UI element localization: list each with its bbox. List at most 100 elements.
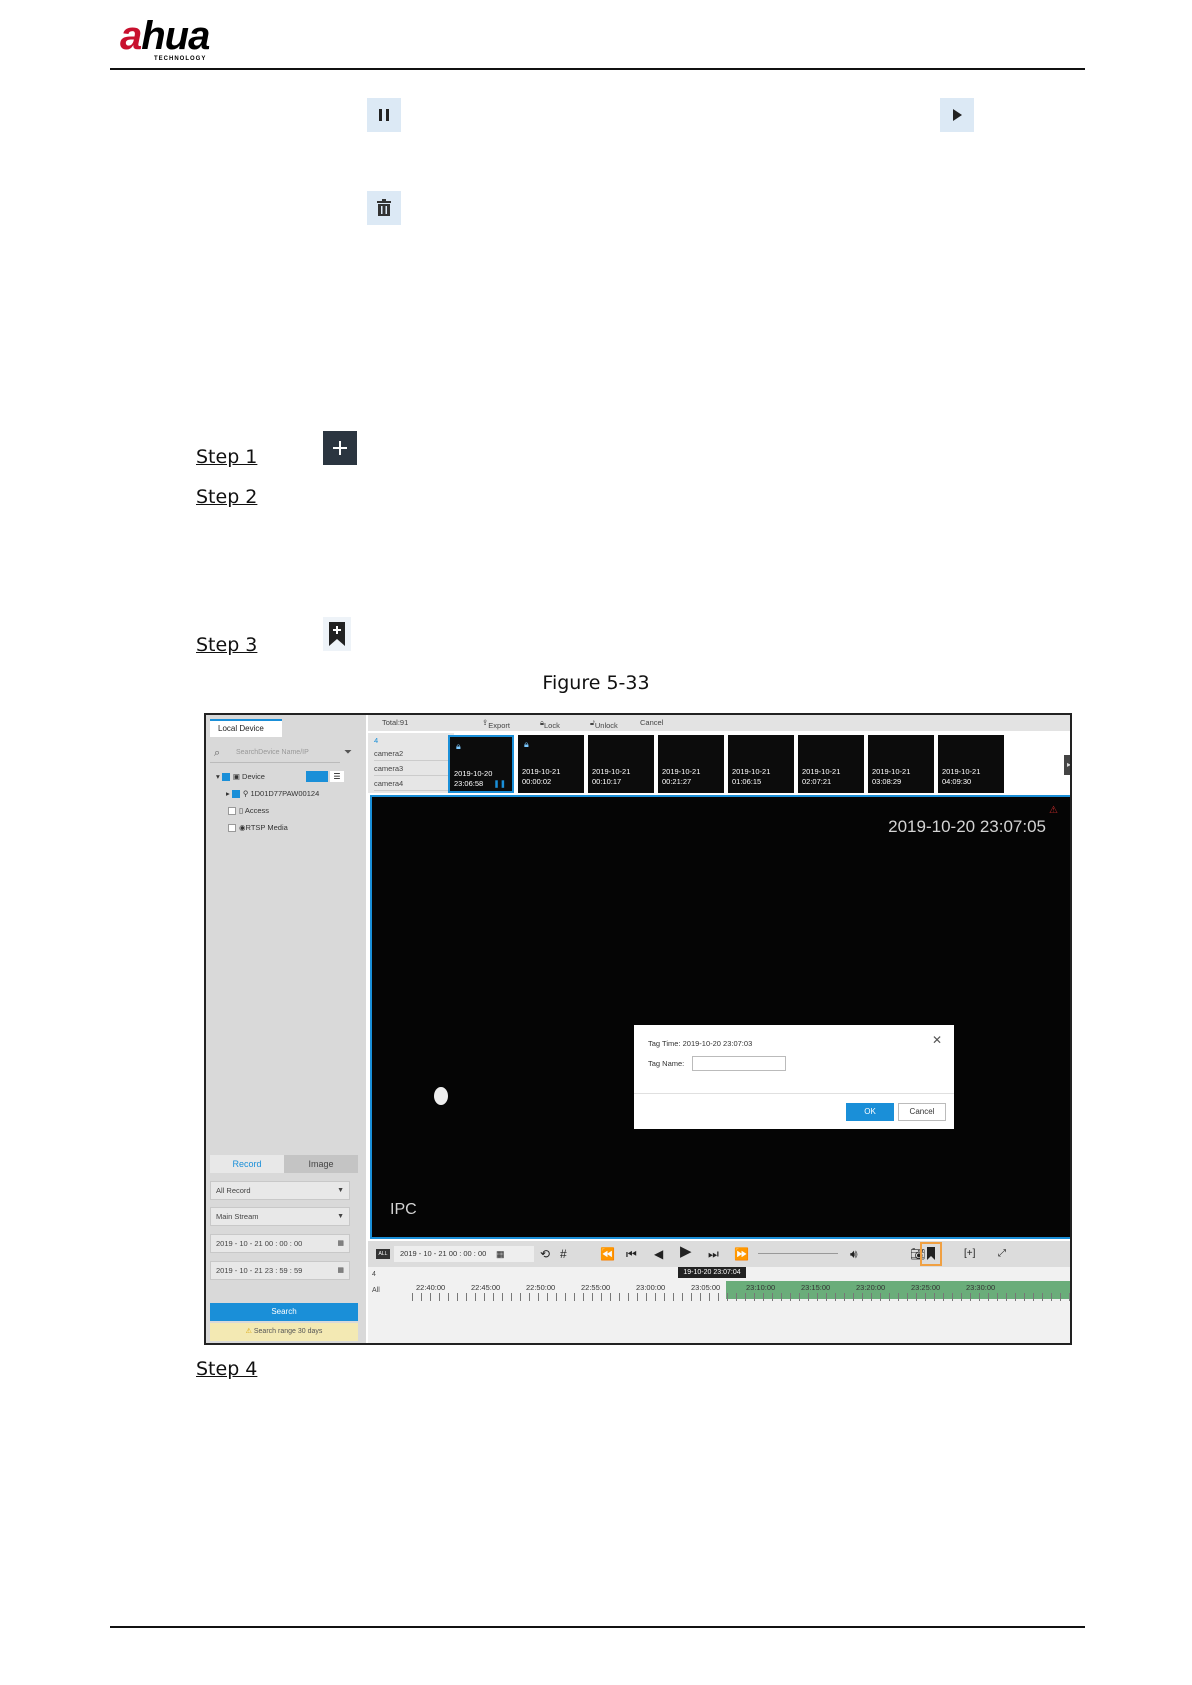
lock-icon: 🔒︎ <box>524 739 529 749</box>
camera-list: 4 camera2 camera3 camera4 <box>368 733 454 793</box>
tree-device-node[interactable]: ▸ ⚲ 1D01D77PAW00124 <box>226 789 319 799</box>
camera-icon: ⚲ <box>242 789 249 798</box>
video-channel-label: IPC <box>390 1201 417 1218</box>
playback-date-field[interactable]: 2019 - 10 - 21 00 : 00 : 00 <box>394 1246 534 1262</box>
tick-label: 22:50:00 <box>526 1283 556 1292</box>
cancel-button[interactable]: Cancel <box>640 718 663 727</box>
total-count: Total:91 <box>382 718 409 727</box>
step-4-label: Step 4 <box>196 1358 258 1380</box>
step-1-label: Step 1 <box>196 446 258 468</box>
clip-icon[interactable]: # <box>560 1246 567 1262</box>
speed-slider[interactable] <box>758 1253 838 1254</box>
fullscreen-icon[interactable]: ⤢ <box>998 1246 1006 1262</box>
footer-rule <box>110 1626 1085 1628</box>
ok-button[interactable]: OK <box>846 1103 894 1121</box>
list-item[interactable]: camera3 <box>374 761 452 776</box>
tag-dialog: ✕ Tag Time: 2019-10-20 23:07:03 Tag Name… <box>634 1025 954 1129</box>
calendar-icon[interactable]: ▦ <box>496 1246 505 1262</box>
cancel-button[interactable]: Cancel <box>898 1103 946 1121</box>
calendar-icon[interactable]: ▦ <box>337 1262 344 1279</box>
tag-name-label: Tag Name: <box>648 1059 685 1068</box>
record-thumbnail[interactable]: 2019-10-21 00:10:17 <box>588 735 654 793</box>
record-thumbnail[interactable]: 2019-10-21 00:21:27 <box>658 735 724 793</box>
tick-label: 23:15:00 <box>801 1283 831 1292</box>
next-frame-icon[interactable]: ⏭ <box>708 1246 719 1262</box>
rewind-icon[interactable]: ⏪ <box>600 1246 615 1262</box>
record-toolbar: Total:91 ⇪ Export 🔒︎ Lock 🔓︎ Unlock Canc… <box>368 715 1070 731</box>
fast-forward-icon[interactable]: ⏩ <box>734 1246 749 1262</box>
left-panel: Local Device ⌕ SearchDevice Name/IP ⏷ ▾ … <box>206 715 366 1343</box>
timeline-cursor-time: 19-10-20 23:07:04 <box>678 1267 746 1278</box>
door-icon: ▯ <box>239 806 244 815</box>
play-icon[interactable]: ▶ <box>680 1244 692 1260</box>
sync-icon[interactable]: ⟲ <box>540 1246 550 1262</box>
tick-label: 23:10:00 <box>746 1283 776 1292</box>
stream-select[interactable]: Main Stream ▼ <box>210 1207 350 1226</box>
all-tag[interactable]: ALL <box>376 1249 390 1259</box>
trash-icon <box>367 191 401 225</box>
end-time-field[interactable]: 2019 - 10 - 21 23 : 59 : 59 ▦ <box>210 1261 350 1280</box>
search-range-notice: ⚠ Search range 30 days <box>210 1323 358 1341</box>
search-button[interactable]: Search <box>210 1303 358 1321</box>
list-item[interactable]: camera4 <box>374 776 452 791</box>
start-time-field[interactable]: 2019 - 10 - 21 00 : 00 : 00 ▦ <box>210 1234 350 1253</box>
figure-caption: Figure 5-33 <box>542 672 650 694</box>
timeline-channel: 4 <box>372 1271 376 1278</box>
tick-label: 22:55:00 <box>581 1283 611 1292</box>
warning-icon: ⚠ <box>1049 805 1058 816</box>
smart-search-icon[interactable]: [+] <box>964 1246 975 1262</box>
chevron-right-icon[interactable]: ▸ <box>1064 755 1070 775</box>
tab-local-device[interactable]: Local Device <box>210 719 282 737</box>
step-3-label: Step 3 <box>196 634 258 656</box>
filter-icon[interactable]: ⏷ <box>344 747 352 758</box>
lock-icon: 🔒︎ <box>456 741 461 751</box>
volume-icon[interactable]: 🔊︎ <box>850 1246 858 1262</box>
record-thumbnail[interactable]: 🔒︎ 2019-10-21 00:00:02 <box>518 735 584 793</box>
record-thumbnail[interactable]: 2019-10-21 02:07:21 <box>798 735 864 793</box>
step-back-icon[interactable]: ◀ <box>654 1246 663 1262</box>
tag-button-highlight[interactable] <box>920 1242 942 1266</box>
tree-access[interactable]: ▯ Access <box>228 806 269 816</box>
unlock-button[interactable]: 🔓︎ Unlock <box>590 718 618 730</box>
tick-label: 22:40:00 <box>416 1283 446 1292</box>
tick-label: 23:05:00 <box>691 1283 721 1292</box>
tick-label: 23:20:00 <box>856 1283 886 1292</box>
record-thumbnail[interactable]: 2019-10-21 03:08:29 <box>868 735 934 793</box>
prev-frame-icon[interactable]: ⏮ <box>626 1246 637 1262</box>
record-image-tabs: Record Image <box>210 1155 358 1173</box>
tab-image[interactable]: Image <box>284 1155 358 1173</box>
bookmark-icon <box>323 617 351 651</box>
playback-control-bar: ALL 2019 - 10 - 21 00 : 00 : 00 ▦ ⟲ # ⏪ … <box>368 1241 1070 1267</box>
play-icon <box>940 98 974 132</box>
tick-label: 23:25:00 <box>911 1283 941 1292</box>
close-icon[interactable]: ✕ <box>932 1033 942 1047</box>
tag-name-input[interactable] <box>692 1056 786 1071</box>
tag-time-label: Tag Time: 2019-10-20 23:07:03 <box>648 1039 753 1048</box>
export-button[interactable]: ⇪ Export <box>482 718 510 730</box>
tick-label: 23:00:00 <box>636 1283 666 1292</box>
camera-view-button[interactable] <box>306 771 328 782</box>
calendar-icon[interactable]: ▦ <box>337 1235 344 1252</box>
timeline-ticks <box>412 1293 1070 1301</box>
lock-button[interactable]: 🔒︎ Lock <box>540 718 560 730</box>
list-item[interactable]: camera2 <box>374 746 452 761</box>
record-thumbnail[interactable]: 2019-10-21 04:09:30 <box>938 735 1004 793</box>
list-view-button[interactable]: ☰ <box>330 771 344 782</box>
tree-device[interactable]: ▾ ▣ Device <box>216 772 265 782</box>
dahua-logo: ahua TECHNOLOGY <box>120 14 210 62</box>
video-window[interactable]: ⚠ 2019-10-20 23:07:05 IPC ✕ Tag Time: 20… <box>370 795 1070 1239</box>
light-spot <box>434 1087 448 1105</box>
tick-label: 23:30:00 <box>966 1283 996 1292</box>
tree-rtsp[interactable]: ◉RTSP Media <box>228 823 288 833</box>
record-thumbnail[interactable]: 🔒︎ 2019-10-20 23:06:58 ❚❚ <box>448 735 514 793</box>
playback-screenshot: Local Device ⌕ SearchDevice Name/IP ⏷ ▾ … <box>204 713 1072 1345</box>
divider <box>634 1093 954 1094</box>
tick-label: 22:45:00 <box>471 1283 501 1292</box>
chevron-down-icon: ▼ <box>337 1213 344 1220</box>
record-thumbnail[interactable]: 2019-10-21 01:06:15 <box>728 735 794 793</box>
warning-icon: ⚠ <box>245 1328 252 1335</box>
record-type-select[interactable]: All Record ▼ <box>210 1181 350 1200</box>
tab-record[interactable]: Record <box>210 1155 284 1173</box>
device-search-input[interactable]: SearchDevice Name/IP <box>210 743 340 763</box>
timeline[interactable]: 4 All 19-10-20 23:07:04 22:40:00 22:45:0… <box>368 1267 1070 1343</box>
